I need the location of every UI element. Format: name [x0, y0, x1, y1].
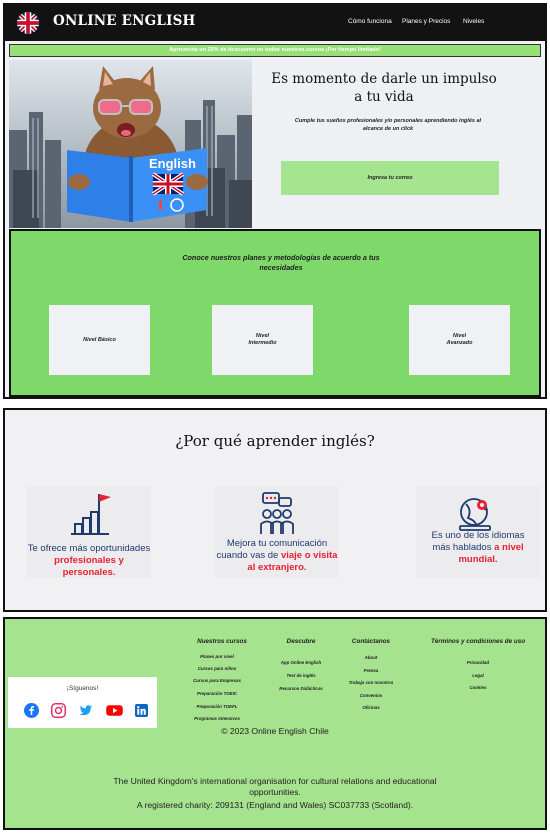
- twitter-icon[interactable]: [78, 703, 93, 718]
- plans-section: Conoce nuestros planes y metodologías de…: [9, 229, 541, 397]
- why-text-line: Te ofrece más oportunidades: [27, 543, 151, 554]
- social-box: ¡Síguenos!: [8, 677, 157, 728]
- copyright: © 2023 Online English Chile: [221, 726, 329, 736]
- hero-panel: Es momento de darle un impulso a tu vida…: [255, 60, 545, 228]
- linkedin-icon[interactable]: [135, 704, 148, 717]
- footer-link[interactable]: Cookies: [448, 685, 508, 690]
- why-highlight: al extranjero.: [247, 562, 307, 573]
- hero-subtitle: Cumple tus sueños profesionales y/o pers…: [294, 118, 482, 132]
- footer-link[interactable]: About: [341, 655, 401, 660]
- nav-como-funciona[interactable]: Cómo funciona: [348, 18, 392, 25]
- plans-title: Conoce nuestros planes y metodologías de…: [182, 253, 380, 272]
- nav-planes-precios[interactable]: Planes y Precios: [402, 18, 450, 25]
- plan-card-avanzado[interactable]: Nivel Avanzado: [409, 305, 510, 375]
- social-label: ¡Síguenos!: [66, 685, 99, 692]
- people-chat-icon: [215, 490, 339, 538]
- promo-banner[interactable]: Aprovecha un 25% de descuento en todos n…: [9, 44, 541, 57]
- why-section: ¿Por qué aprender inglés? Te ofrece más …: [3, 408, 547, 612]
- chart-flag-icon: [27, 490, 151, 538]
- hero-cat-image: English: [9, 60, 252, 228]
- book-word: English: [149, 156, 196, 171]
- footer: ¡Síguenos! Nuestros cursos Planes por ni…: [3, 617, 547, 830]
- footer-col-head-terminos: Términos y condiciones de uso: [430, 638, 526, 645]
- footer-link[interactable]: Cursos para niños: [187, 666, 247, 671]
- email-button[interactable]: Ingresa tu correo: [281, 161, 499, 195]
- plan-card-basico[interactable]: Nivel Básico: [49, 305, 150, 375]
- footer-link[interactable]: Planes por nivel: [187, 654, 247, 659]
- nav-niveles[interactable]: Niveles: [463, 18, 484, 25]
- footer-col-head-descubre: Descubre: [286, 638, 316, 645]
- footer-col-head-contactanos: Contáctanos: [351, 638, 391, 645]
- footer-col-head-cursos: Nuestros cursos: [197, 638, 247, 645]
- why-highlight: mundial.: [458, 554, 498, 565]
- council-line: The United Kingdom's international organ…: [113, 776, 437, 786]
- footer-link[interactable]: Recursos Didácticos: [269, 686, 333, 691]
- footer-link[interactable]: App Online English: [269, 660, 333, 665]
- why-title: ¿Por qué aprender inglés?: [175, 432, 375, 450]
- footer-link[interactable]: Preparación TOEFL: [187, 704, 247, 709]
- page: ONLINE ENGLISH Cómo funciona Planes y Pr…: [0, 0, 550, 833]
- why-text-line: más hablados: [432, 542, 495, 553]
- footer-link[interactable]: Programas Intensivos: [187, 716, 247, 721]
- council-line: opportunities.: [249, 787, 301, 797]
- instagram-icon[interactable]: [51, 703, 66, 718]
- why-card-oportunidades: Te ofrece más oportunidades profesionale…: [27, 486, 151, 578]
- youtube-icon[interactable]: [106, 703, 123, 718]
- landing-section: ONLINE ENGLISH Cómo funciona Planes y Pr…: [3, 3, 547, 399]
- footer-link[interactable]: Trabaja con nosotros: [341, 680, 401, 685]
- footer-link[interactable]: Convenios: [341, 693, 401, 698]
- footer-link[interactable]: Legal: [448, 673, 508, 678]
- why-text-line: Es uno de los idiomas: [431, 530, 525, 541]
- hero-title: Es momento de darle un impulso a tu vida: [271, 71, 497, 105]
- charity-line: A registered charity: 209131 (England an…: [136, 800, 414, 810]
- why-card-idiomas: Es uno de los idiomas más hablados a niv…: [416, 486, 540, 578]
- plan-card-intermedio[interactable]: Nivel Intermedio: [212, 305, 313, 375]
- footer-link[interactable]: Prensa: [341, 668, 401, 673]
- footer-link[interactable]: Test de inglés: [269, 673, 333, 678]
- footer-link[interactable]: Preparación TOEIC: [187, 691, 247, 696]
- why-card-comunicacion: Mejora tu comunicación cuando vas de via…: [215, 486, 339, 578]
- why-highlight: profesionales y personales.: [54, 555, 124, 578]
- why-text-line: Mejora tu comunicación: [226, 538, 328, 549]
- facebook-icon[interactable]: [24, 703, 39, 718]
- footer-link[interactable]: Cursos para Empresas: [187, 678, 247, 683]
- why-highlight: a nivel: [494, 542, 524, 553]
- why-text-line: cuando vas de: [216, 550, 281, 561]
- why-highlight: viaje o visita: [280, 550, 338, 561]
- uk-flag-icon[interactable]: [17, 12, 39, 34]
- navbar: ONLINE ENGLISH Cómo funciona Planes y Pr…: [5, 5, 545, 41]
- footer-link[interactable]: Privacidad: [448, 660, 508, 665]
- footer-link[interactable]: Oficinas: [341, 705, 401, 710]
- brand-logo[interactable]: ONLINE ENGLISH: [53, 13, 196, 29]
